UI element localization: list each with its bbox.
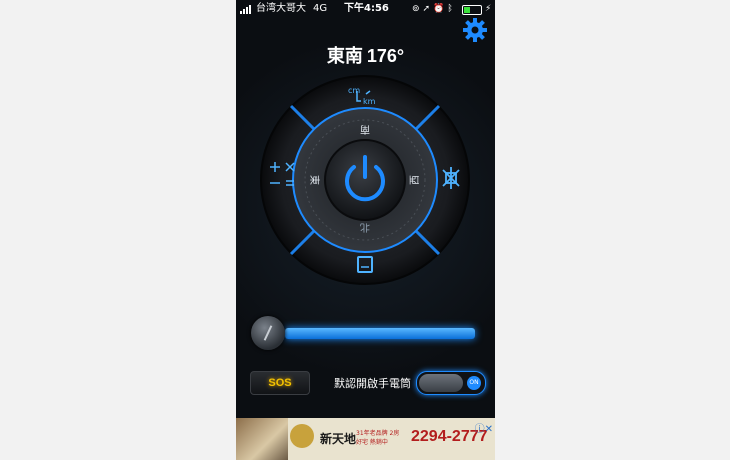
cardinal-south: 南 — [360, 123, 370, 136]
flashlight-default-label: 默認開啟手電筒 — [334, 377, 411, 390]
bluetooth-icon: ᛒ — [447, 4, 456, 14]
network-type: 4G — [313, 3, 328, 14]
carrier-name: 台湾大哥大 — [256, 3, 306, 14]
gear-icon — [463, 18, 487, 42]
status-bar: 台湾大哥大 4G 下午4:56 ⊚➚⏰ᛒ ⚡ — [236, 0, 495, 18]
unit-convert-button[interactable]: cm km — [340, 83, 390, 107]
ad-banner[interactable]: 新天地 31年老品牌 2房 好宅 熱銷中 2294-2777 ⓘ✕ — [236, 418, 495, 460]
cardinal-west: 西 — [410, 175, 421, 185]
flashlight-default-toggle[interactable]: ON — [416, 371, 486, 395]
battery-icon — [462, 5, 482, 15]
brightness-slider-knob[interactable] — [251, 316, 285, 350]
compass-degrees: 176° — [366, 46, 405, 66]
phone-screen: 台湾大哥大 4G 下午4:56 ⊚➚⏰ᛒ ⚡ 東南 176° cm km 南 北… — [236, 0, 495, 460]
ad-brand: 新天地 — [320, 432, 357, 446]
signal-strength-icon — [240, 5, 254, 14]
status-time: 下午4:56 — [344, 3, 389, 14]
unit-bottom-label: km — [363, 97, 376, 106]
status-icons: ⊚➚⏰ᛒ — [412, 0, 456, 18]
ad-photo — [236, 418, 288, 460]
sos-button[interactable]: SOS — [250, 371, 310, 395]
cardinal-east: 東 — [308, 175, 321, 185]
charging-icon: ⚡ — [485, 4, 492, 14]
power-button[interactable] — [325, 140, 405, 220]
compass-heading: 東南 176° — [236, 42, 495, 68]
rotation-lock-icon: ⊚ — [412, 4, 423, 14]
unit-top-label: cm — [348, 86, 360, 95]
alarm-icon: ⏰ — [433, 4, 448, 14]
battery-level — [464, 7, 470, 13]
compass-direction: 東南 — [326, 46, 363, 66]
settings-button[interactable] — [462, 17, 488, 43]
ad-logo-badge — [290, 424, 314, 448]
ad-close-icon[interactable]: ⓘ✕ — [475, 420, 493, 435]
toggle-on-indicator: ON — [467, 376, 481, 390]
location-icon: ➚ — [422, 4, 434, 14]
brightness-slider-track[interactable] — [285, 328, 475, 339]
cardinal-north: 北 — [360, 221, 370, 233]
compass-dial: cm km 南 北 東 西 — [260, 75, 470, 285]
ad-promo-text: 31年老品牌 2房 好宅 熱銷中 — [356, 430, 400, 446]
toggle-thumb — [419, 374, 463, 392]
